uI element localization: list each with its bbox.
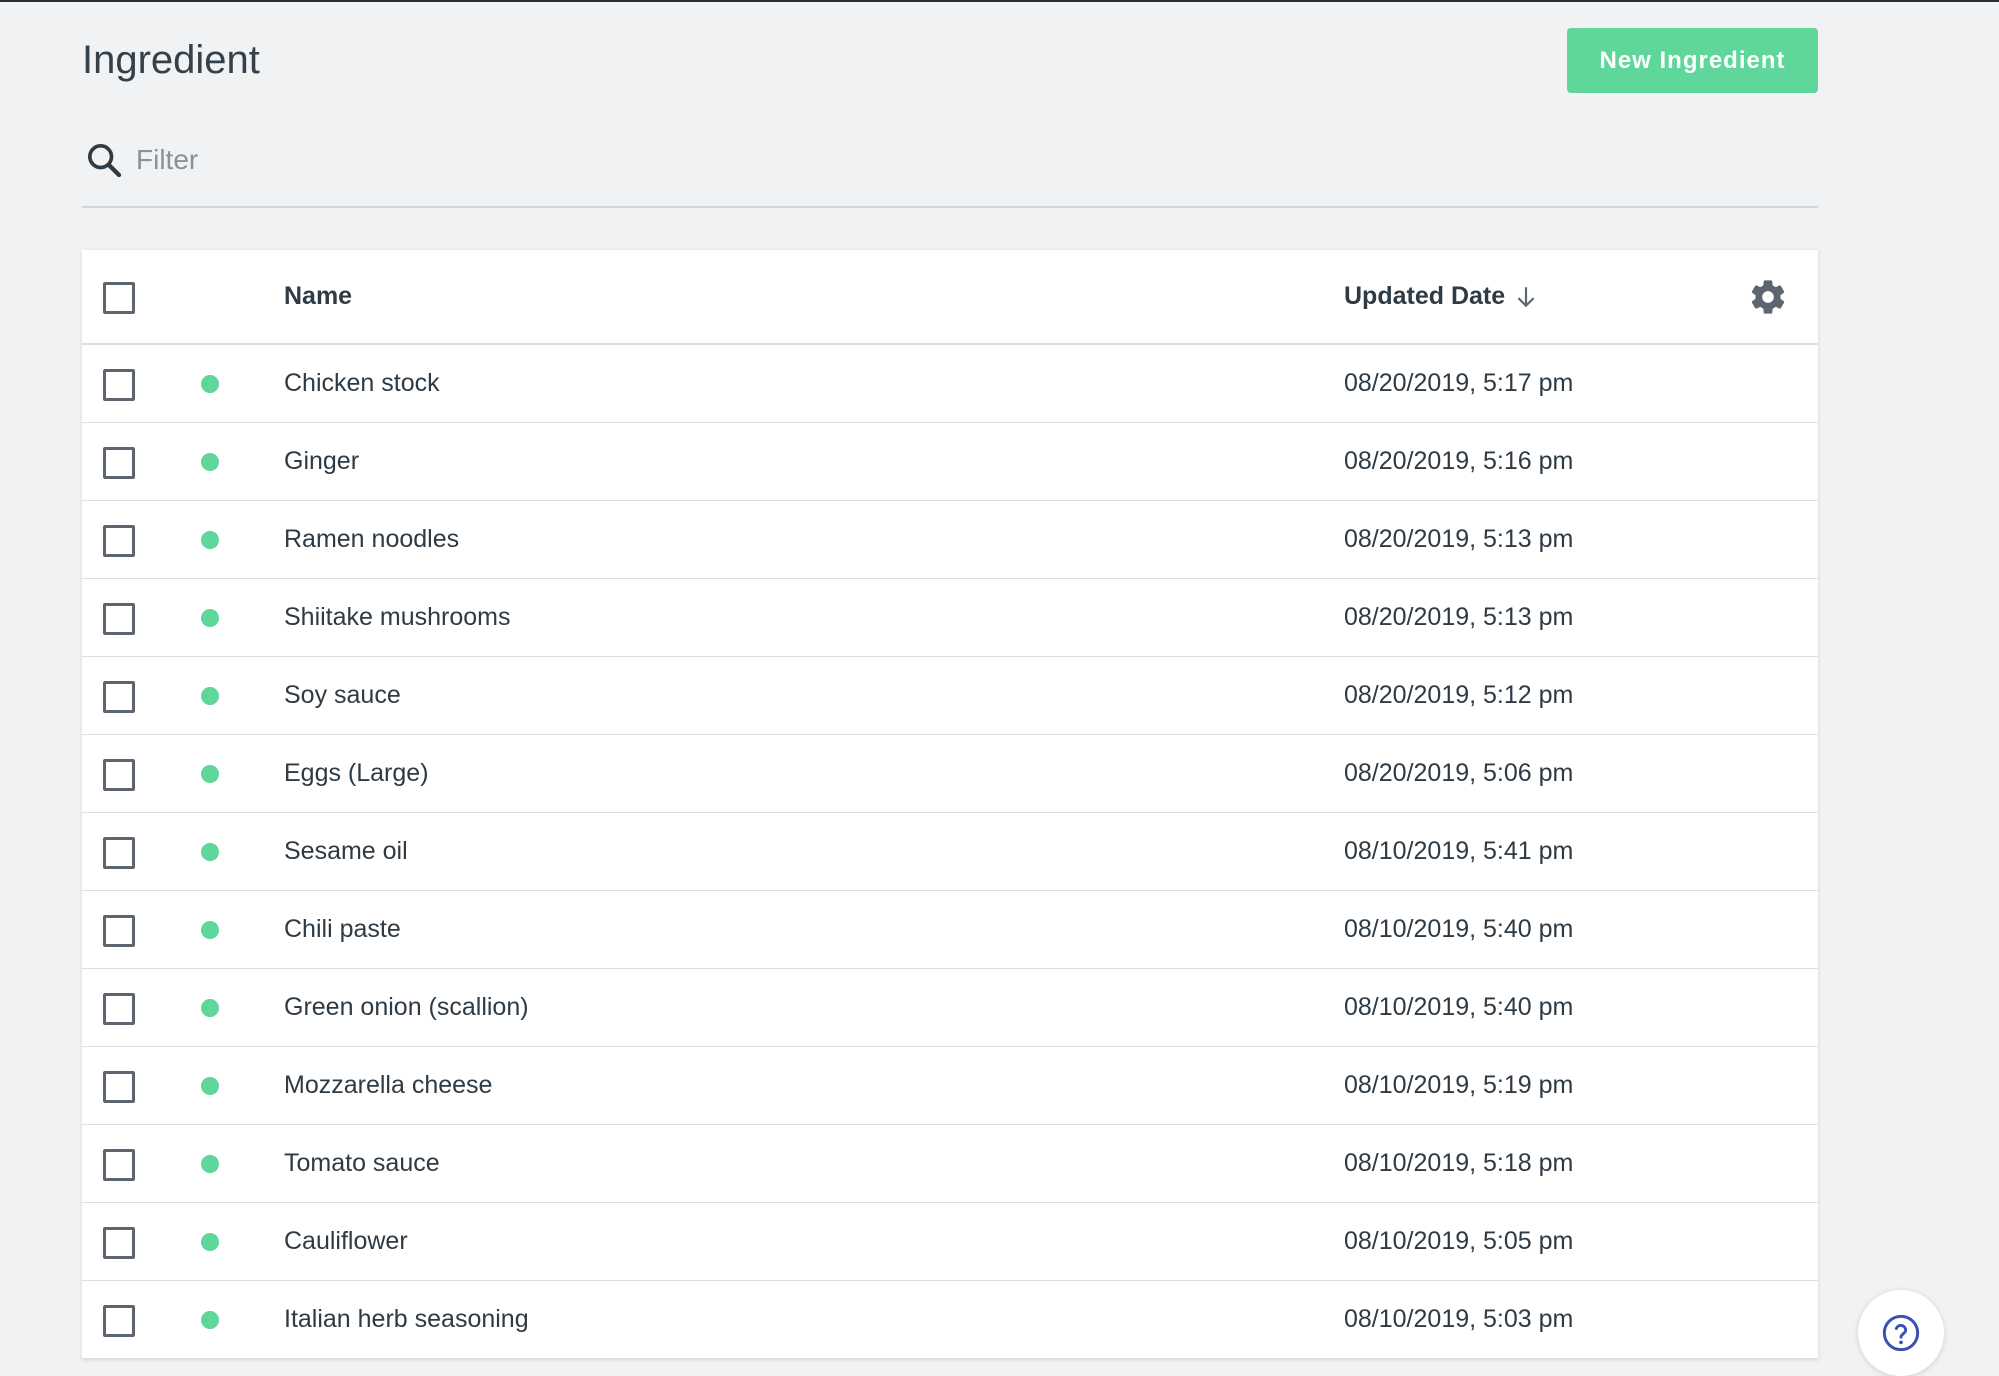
table-row[interactable]: Chili paste 08/10/2019, 5:40 pm xyxy=(82,891,1818,969)
table-row[interactable]: Eggs (Large) 08/20/2019, 5:06 pm xyxy=(82,735,1818,813)
row-checkbox[interactable] xyxy=(103,914,135,947)
page: Ingredient New Ingredient Name Updated D… xyxy=(82,2,1818,1359)
updated-date: 08/20/2019, 5:06 pm xyxy=(1344,759,1574,787)
table-row[interactable]: Tomato sauce 08/10/2019, 5:18 pm xyxy=(82,1125,1818,1203)
status-dot xyxy=(201,686,219,705)
table-row[interactable]: Mozzarella cheese 08/10/2019, 5:19 pm xyxy=(82,1047,1818,1125)
arrow-down-icon xyxy=(1513,284,1539,310)
ingredient-name[interactable]: Ginger xyxy=(284,423,359,500)
gear-icon[interactable] xyxy=(1748,277,1788,317)
ingredient-name[interactable]: Cauliflower xyxy=(284,1203,408,1280)
ingredient-name[interactable]: Shiitake mushrooms xyxy=(284,579,510,656)
table-row[interactable]: Ramen noodles 08/20/2019, 5:13 pm xyxy=(82,501,1818,579)
updated-date: 08/10/2019, 5:40 pm xyxy=(1344,915,1574,943)
ingredient-name[interactable]: Soy sauce xyxy=(284,657,401,734)
table-row[interactable]: Soy sauce 08/20/2019, 5:12 pm xyxy=(82,657,1818,735)
ingredient-name[interactable]: Chicken stock xyxy=(284,345,440,422)
status-dot xyxy=(201,920,219,939)
updated-date: 08/10/2019, 5:19 pm xyxy=(1344,1071,1574,1099)
row-checkbox[interactable] xyxy=(103,1148,135,1181)
updated-date: 08/10/2019, 5:41 pm xyxy=(1344,837,1574,865)
ingredient-table: Name Updated Date Chicken stock 08/20/201… xyxy=(82,250,1818,1359)
table-row[interactable]: Chicken stock 08/20/2019, 5:17 pm xyxy=(82,345,1818,423)
ingredient-name[interactable]: Eggs (Large) xyxy=(284,735,429,812)
status-dot xyxy=(201,842,219,861)
ingredient-name[interactable]: Italian herb seasoning xyxy=(284,1281,529,1358)
ingredient-name[interactable]: Sesame oil xyxy=(284,813,408,890)
ingredient-name[interactable]: Green onion (scallion) xyxy=(284,969,529,1046)
status-dot xyxy=(201,452,219,471)
row-checkbox[interactable] xyxy=(103,446,135,479)
filter-bar xyxy=(82,114,1818,208)
ingredient-name[interactable]: Tomato sauce xyxy=(284,1125,440,1202)
status-dot xyxy=(201,1076,219,1095)
column-header-updated-date-label: Updated Date xyxy=(1344,282,1506,310)
column-header-name[interactable]: Name xyxy=(284,250,352,343)
ingredient-name[interactable]: Chili paste xyxy=(284,891,401,968)
status-dot xyxy=(201,1310,219,1329)
table-header-row: Name Updated Date xyxy=(82,250,1818,345)
updated-date: 08/20/2019, 5:17 pm xyxy=(1344,369,1574,397)
row-checkbox[interactable] xyxy=(103,1304,135,1337)
column-header-updated-date[interactable]: Updated Date xyxy=(1344,250,1539,343)
status-dot xyxy=(201,608,219,627)
ingredient-name[interactable]: Mozzarella cheese xyxy=(284,1047,492,1124)
updated-date: 08/20/2019, 5:12 pm xyxy=(1344,681,1574,709)
row-checkbox[interactable] xyxy=(103,602,135,635)
status-dot xyxy=(201,998,219,1017)
updated-date: 08/10/2019, 5:18 pm xyxy=(1344,1149,1574,1177)
ingredient-name[interactable]: Ramen noodles xyxy=(284,501,459,578)
updated-date: 08/10/2019, 5:03 pm xyxy=(1344,1305,1574,1333)
row-checkbox[interactable] xyxy=(103,992,135,1025)
row-checkbox[interactable] xyxy=(103,524,135,557)
status-dot xyxy=(201,374,219,393)
question-circle-icon xyxy=(1881,1313,1921,1353)
updated-date: 08/10/2019, 5:40 pm xyxy=(1344,993,1574,1021)
row-checkbox[interactable] xyxy=(103,368,135,401)
row-checkbox[interactable] xyxy=(103,680,135,713)
help-button[interactable] xyxy=(1858,1290,1944,1376)
row-checkbox[interactable] xyxy=(103,836,135,869)
page-header: Ingredient New Ingredient xyxy=(82,2,1818,114)
row-checkbox[interactable] xyxy=(103,758,135,791)
table-body: Chicken stock 08/20/2019, 5:17 pm Ginger 08… xyxy=(82,345,1818,1359)
table-row[interactable]: Ginger 08/20/2019, 5:16 pm xyxy=(82,423,1818,501)
updated-date: 08/20/2019, 5:13 pm xyxy=(1344,525,1574,553)
table-row[interactable]: Italian herb seasoning 08/10/2019, 5:03 p… xyxy=(82,1281,1818,1359)
page-title: Ingredient xyxy=(82,38,260,82)
row-checkbox[interactable] xyxy=(103,1070,135,1103)
new-ingredient-button[interactable]: New Ingredient xyxy=(1567,28,1818,93)
table-row[interactable]: Cauliflower 08/10/2019, 5:05 pm xyxy=(82,1203,1818,1281)
updated-date: 08/20/2019, 5:16 pm xyxy=(1344,447,1574,475)
status-dot xyxy=(201,530,219,549)
status-dot xyxy=(201,1154,219,1173)
table-row[interactable]: Sesame oil 08/10/2019, 5:41 pm xyxy=(82,813,1818,891)
search-icon xyxy=(84,140,124,180)
table-row[interactable]: Green onion (scallion) 08/10/2019, 5:40 p… xyxy=(82,969,1818,1047)
updated-date: 08/20/2019, 5:13 pm xyxy=(1344,603,1574,631)
row-checkbox[interactable] xyxy=(103,1226,135,1259)
updated-date: 08/10/2019, 5:05 pm xyxy=(1344,1227,1574,1255)
table-row[interactable]: Shiitake mushrooms 08/20/2019, 5:13 pm xyxy=(82,579,1818,657)
select-all-checkbox[interactable] xyxy=(103,281,135,314)
filter-input[interactable] xyxy=(134,134,1738,186)
status-dot xyxy=(201,1232,219,1251)
status-dot xyxy=(201,764,219,783)
